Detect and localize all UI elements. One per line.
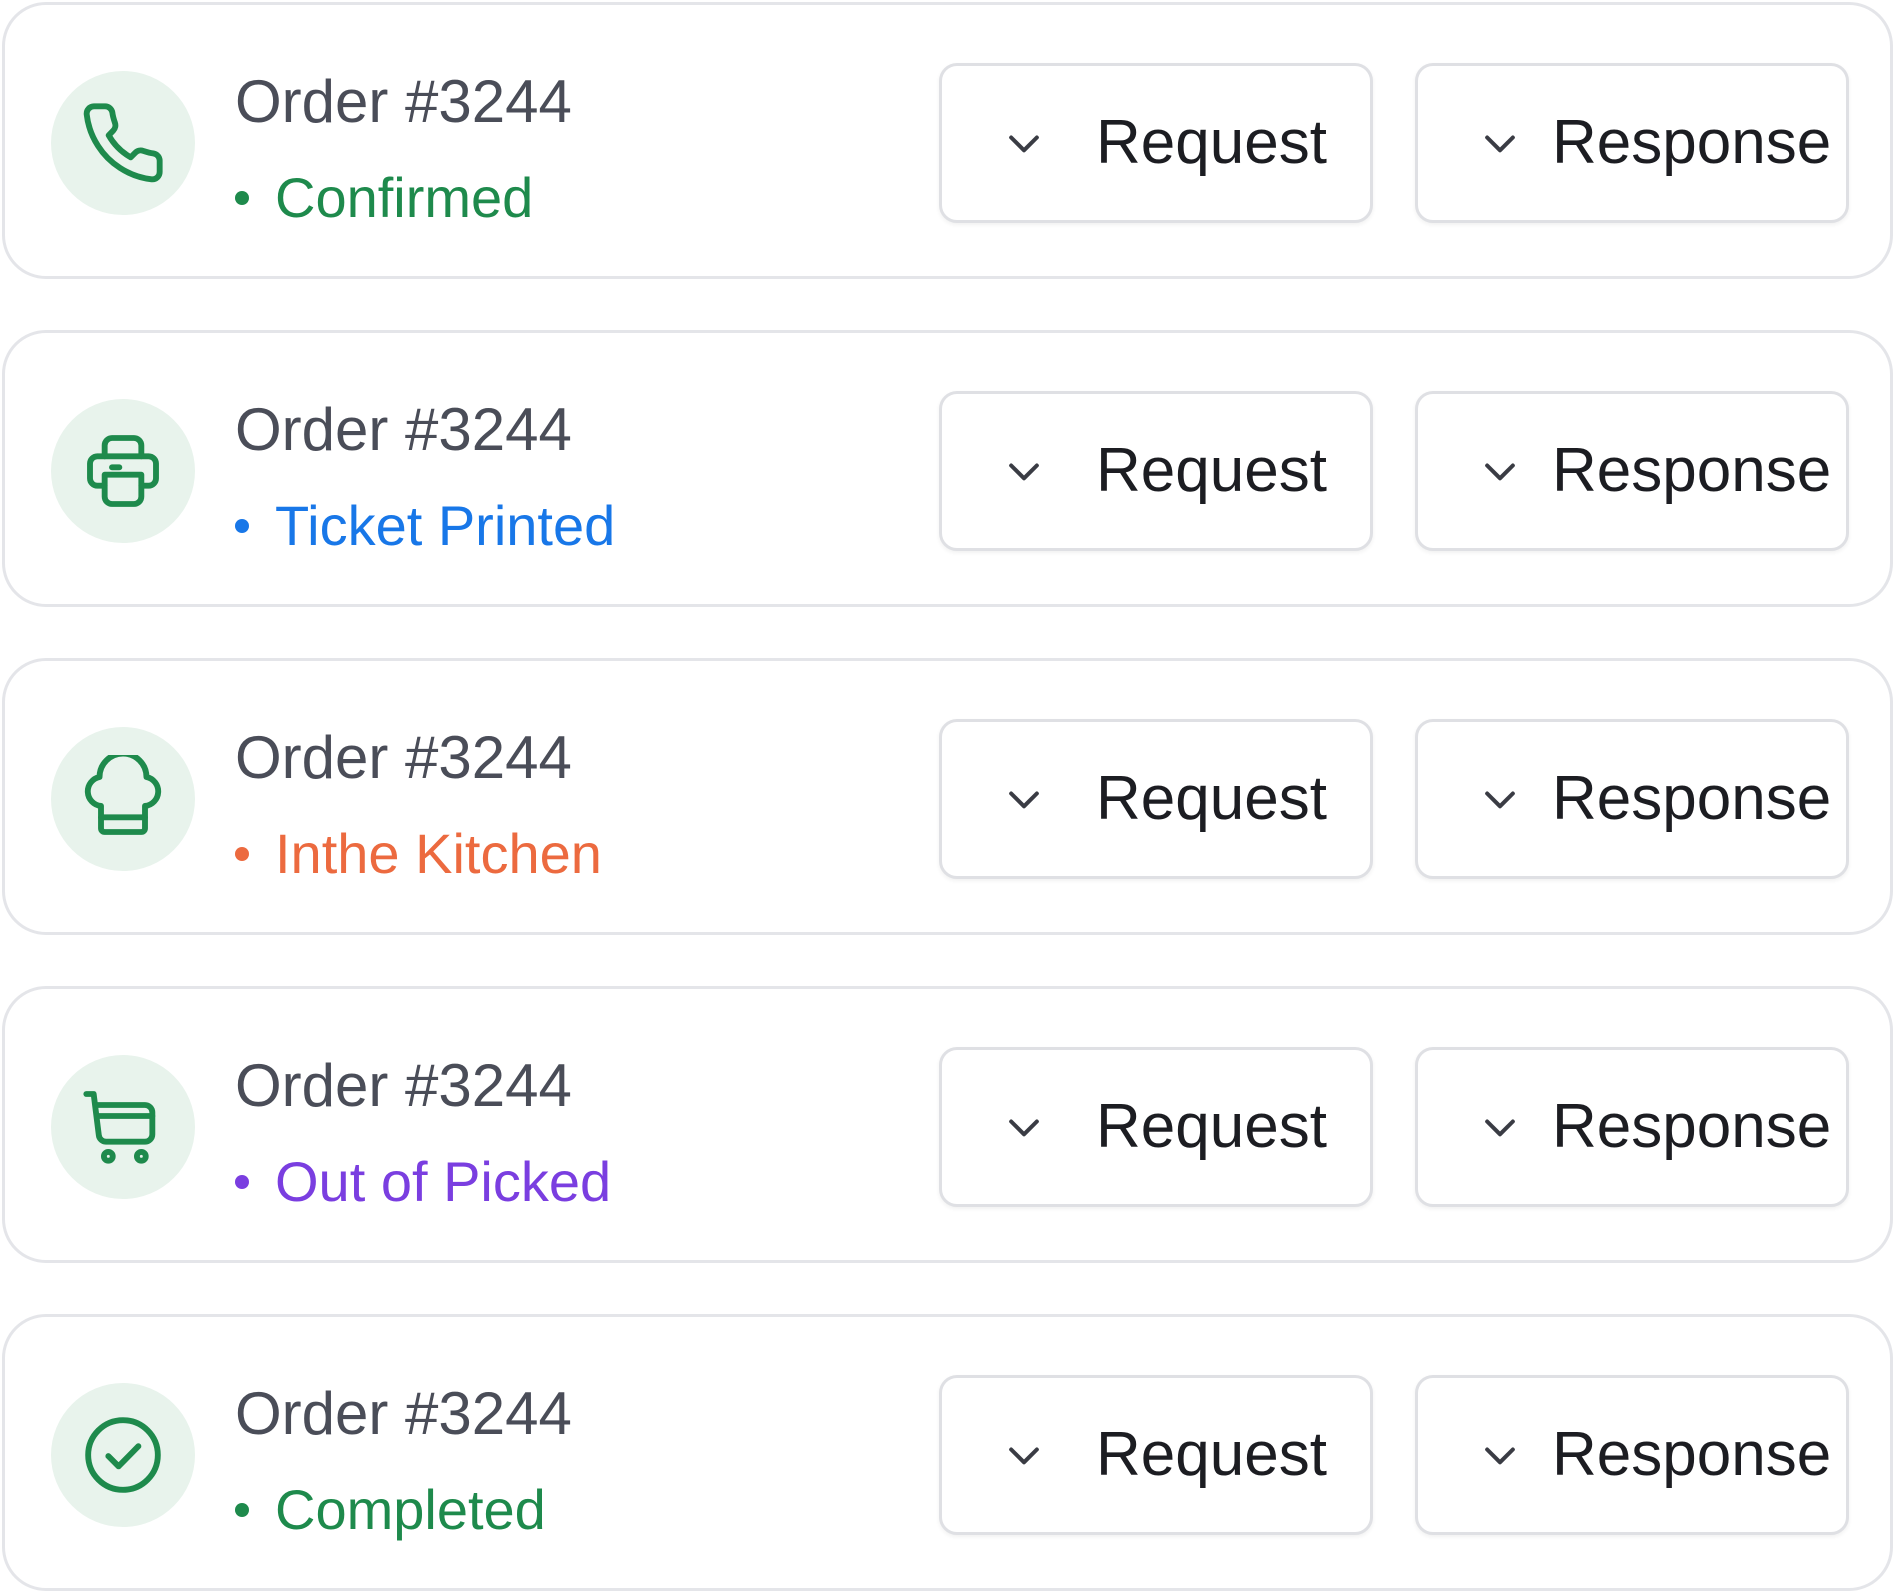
- order-card: Order #3244 Completed Request Response: [2, 1314, 1893, 1591]
- chevron-down-icon: [1485, 463, 1515, 481]
- status-dot: [235, 191, 249, 205]
- printer-icon: [51, 399, 195, 543]
- status-text: Ticket Printed: [275, 494, 616, 557]
- response-label: Response: [1552, 1420, 1832, 1489]
- order-title: Order #3244: [235, 724, 572, 791]
- chevron-down-icon: [1009, 1119, 1039, 1137]
- status-badge: Out of Picked: [235, 1147, 611, 1217]
- request-dropdown-button[interactable]: Request: [939, 1047, 1373, 1207]
- response-dropdown-button[interactable]: Response: [1415, 391, 1849, 551]
- response-label: Response: [1552, 764, 1832, 833]
- status-dot: [235, 1175, 249, 1189]
- cart-icon: [51, 1055, 195, 1199]
- status-dot: [235, 1503, 249, 1517]
- order-card: Order #3244 Confirmed Request Response: [2, 2, 1893, 279]
- chevron-down-icon: [1485, 1119, 1515, 1137]
- request-dropdown-button[interactable]: Request: [939, 391, 1373, 551]
- chevron-down-icon: [1485, 791, 1515, 809]
- order-title: Order #3244: [235, 1380, 572, 1447]
- order-title: Order #3244: [235, 68, 572, 135]
- chevron-down-icon: [1009, 791, 1039, 809]
- chevron-down-icon: [1009, 135, 1039, 153]
- status-text: Confirmed: [275, 166, 534, 229]
- order-title: Order #3244: [235, 1052, 572, 1119]
- response-dropdown-button[interactable]: Response: [1415, 719, 1849, 879]
- order-title: Order #3244: [235, 396, 572, 463]
- order-card: Order #3244 Inthe Kitchen Request Respon…: [2, 658, 1893, 935]
- chevron-down-icon: [1009, 1447, 1039, 1465]
- request-label: Request: [1096, 436, 1327, 505]
- request-label: Request: [1096, 1092, 1327, 1161]
- check-circle-icon: [51, 1383, 195, 1527]
- request-dropdown-button[interactable]: Request: [939, 63, 1373, 223]
- status-text: Completed: [275, 1478, 546, 1541]
- request-label: Request: [1096, 108, 1327, 177]
- request-label: Request: [1096, 1420, 1327, 1489]
- response-dropdown-button[interactable]: Response: [1415, 63, 1849, 223]
- chevron-down-icon: [1009, 463, 1039, 481]
- response-dropdown-button[interactable]: Response: [1415, 1047, 1849, 1207]
- response-label: Response: [1552, 1092, 1832, 1161]
- request-dropdown-button[interactable]: Request: [939, 719, 1373, 879]
- status-dot: [235, 519, 249, 533]
- request-label: Request: [1096, 764, 1327, 833]
- response-label: Response: [1552, 108, 1832, 177]
- status-text: Out of Picked: [275, 1150, 612, 1213]
- status-badge: Ticket Printed: [235, 491, 615, 561]
- status-badge: Inthe Kitchen: [235, 819, 602, 889]
- chevron-down-icon: [1485, 135, 1515, 153]
- request-dropdown-button[interactable]: Request: [939, 1375, 1373, 1535]
- order-card: Order #3244 Out of Picked Request Respon…: [2, 986, 1893, 1263]
- status-text: Inthe Kitchen: [275, 822, 602, 885]
- response-dropdown-button[interactable]: Response: [1415, 1375, 1849, 1535]
- phone-icon: [51, 71, 195, 215]
- response-label: Response: [1552, 436, 1832, 505]
- status-badge: Confirmed: [235, 163, 533, 233]
- status-badge: Completed: [235, 1475, 546, 1545]
- chef-hat-icon: [51, 727, 195, 871]
- order-card: Order #3244 Ticket Printed Request Respo…: [2, 330, 1893, 607]
- chevron-down-icon: [1485, 1447, 1515, 1465]
- status-dot: [235, 847, 249, 861]
